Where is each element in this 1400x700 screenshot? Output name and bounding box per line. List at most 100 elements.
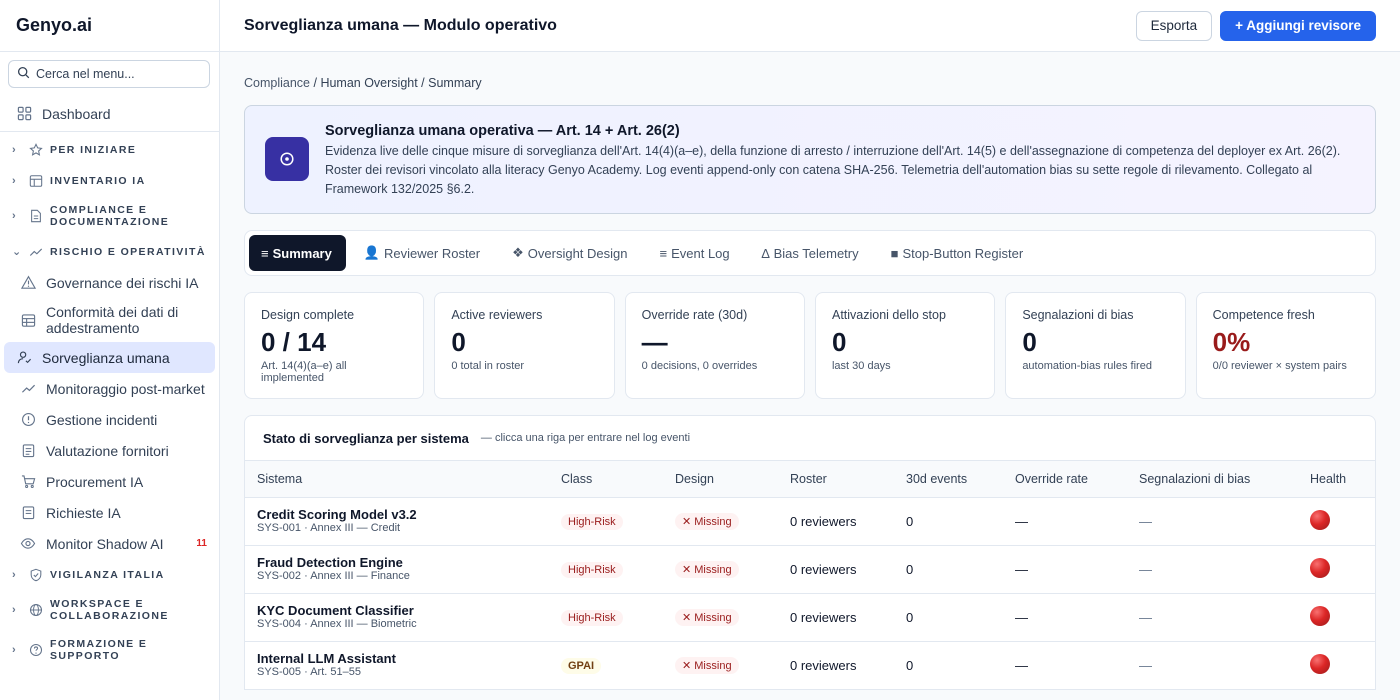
sidebar-group-inventario[interactable]: › INVENTARIO IA: [0, 165, 219, 196]
sidebar-item-incidenti[interactable]: Gestione incidenti: [4, 404, 215, 435]
sidebar-group-label-line: DOCUMENTAZIONE: [50, 216, 170, 228]
sidebar-item-governance[interactable]: Governance dei rischi IA: [4, 267, 215, 298]
tab-summary[interactable]: ≡ Summary: [249, 235, 346, 271]
table-row[interactable]: KYC Document Classifier SYS-004 · Annex I…: [245, 593, 1375, 642]
sidebar-group-vigilanza[interactable]: › VIGILANZA ITALIA: [0, 559, 219, 590]
sidebar-item-label: Governance dei rischi IA: [46, 274, 199, 291]
sidebar-group-compliance[interactable]: › COMPLIANCE E DOCUMENTAZIONE: [0, 196, 219, 236]
add-reviewer-button[interactable]: + Aggiungi revisore: [1220, 10, 1376, 41]
sidebar-item-monitoraggio[interactable]: Monitoraggio post-market: [4, 373, 215, 404]
clipboard-icon: [20, 443, 36, 459]
breadcrumb-compliance[interactable]: Compliance: [244, 76, 310, 90]
kpi-subtext: 0/0 reviewer × system pairs: [1212, 360, 1347, 372]
sidebar-item-procurement[interactable]: Procurement IA: [4, 466, 215, 497]
top-bar: Sorveglianza umana — Modulo operativo Es…: [220, 0, 1400, 52]
sidebar-search-input[interactable]: [36, 67, 196, 81]
kpi-subtext: 0 decisions, 0 overrides: [641, 360, 758, 372]
kpi-stop-activations: Attivazioni dello stop 0 last 30 days: [814, 292, 996, 399]
kpi-value: 0%: [1212, 327, 1251, 357]
page-title: Sorveglianza umana — Modulo operativo: [244, 16, 557, 34]
roster-cell: 0 reviewers: [778, 545, 894, 594]
tab-bar: ≡ Summary 👤 Reviewer Roster ❖ Oversight Des…: [244, 230, 1376, 276]
sidebar: Genyo.ai Dashboard › PER INIZIARE › INVE…: [0, 0, 220, 700]
kpi-row: Design complete 0 / 14 Art. 14(4)(a–e) a…: [244, 292, 1376, 399]
sidebar-item-label: Conformità dei dati di addestramento: [46, 304, 178, 336]
tab-label: Reviewer Roster: [384, 245, 481, 261]
sidebar-item-label: Sorveglianza umana: [42, 349, 170, 366]
risk-class-badge: High-Risk: [561, 513, 623, 530]
column-header[interactable]: Class: [549, 461, 663, 498]
column-header[interactable]: Segnalazioni di bias: [1127, 461, 1298, 498]
clipboard-list-icon: [20, 505, 36, 521]
main-area: Sorveglianza umana — Modulo operativo Es…: [220, 0, 1400, 700]
sidebar-nav: Dashboard › PER INIZIARE › INVENTARIO IA…: [0, 96, 219, 700]
trend-icon: [28, 244, 44, 260]
kpi-label: Override rate (30d): [641, 308, 748, 322]
sidebar-item-label: Gestione incidenti: [46, 411, 158, 428]
sidebar-group-label-line: SUPPORTO: [50, 650, 120, 662]
table-row[interactable]: Fraud Detection Engine SYS-002 · Annex II…: [245, 545, 1375, 594]
kpi-value: —: [641, 327, 668, 357]
export-button[interactable]: Esporta: [1135, 10, 1213, 41]
sidebar-group-workspace[interactable]: › WORKSPACE E COLLABORAZIONE: [0, 590, 219, 630]
sidebar-group-label-line: COLLABORAZIONE: [50, 610, 169, 622]
oversight-status-table: Stato di sorveglianza per sistema — clic…: [244, 415, 1376, 690]
systems-table: Sistema Class Design Roster 30d events O…: [245, 461, 1375, 690]
sidebar-group-label: VIGILANZA ITALIA: [50, 568, 165, 581]
risk-class-badge: High-Risk: [561, 609, 623, 626]
sidebar-search[interactable]: [8, 60, 210, 88]
sidebar-item-conformita[interactable]: Conformità dei dati di addestramento: [4, 298, 215, 342]
sidebar-item-dashboard[interactable]: Dashboard: [0, 96, 219, 132]
table-icon: [28, 173, 44, 189]
tab-stop-button-register[interactable]: ■ Stop-Button Register: [879, 235, 1038, 271]
bias-cell: —: [1127, 593, 1298, 642]
column-header[interactable]: Sistema: [245, 461, 549, 498]
tab-bias-telemetry[interactable]: ∆ Bias Telemetry: [750, 235, 873, 271]
column-header[interactable]: Health: [1298, 461, 1375, 498]
events-cell: 0: [894, 497, 1003, 546]
column-header[interactable]: Design: [663, 461, 778, 498]
health-cell: [1298, 497, 1375, 546]
table-row[interactable]: Internal LLM Assistant SYS-005 · Art. 51–…: [245, 641, 1375, 690]
sidebar-group-rischio[interactable]: ⌄ RISCHIO E OPERATIVITÀ: [0, 236, 219, 267]
column-header[interactable]: Roster: [778, 461, 894, 498]
breadcrumb-human-oversight[interactable]: Human Oversight: [320, 76, 417, 90]
sidebar-group-formazione[interactable]: › FORMAZIONE E SUPPORTO: [0, 630, 219, 670]
design-status-badge: ✕ Missing: [675, 512, 739, 530]
class-cell: GPAI: [549, 641, 663, 690]
events-cell: 0: [894, 545, 1003, 594]
class-cell: High-Risk: [549, 545, 663, 594]
design-cell: ✕ Missing: [663, 593, 778, 642]
column-header[interactable]: Override rate: [1003, 461, 1127, 498]
column-header[interactable]: 30d events: [894, 461, 1003, 498]
sidebar-item-label-line: addestramento: [46, 320, 140, 336]
user-icon: 👤: [363, 245, 381, 260]
table-header: Stato di sorveglianza per sistema — clic…: [245, 416, 1375, 461]
chevron-right-icon: ›: [12, 143, 18, 156]
sidebar-item-label: Procurement IA: [46, 473, 144, 490]
risk-class-badge: GPAI: [561, 657, 602, 674]
bias-cell: —: [1127, 641, 1298, 690]
tab-label: Event Log: [671, 245, 730, 261]
sidebar-item-fornitori[interactable]: Valutazione fornitori: [4, 435, 215, 466]
tab-event-log[interactable]: ≡ Event Log: [648, 235, 744, 271]
tab-reviewer-roster[interactable]: 👤 Reviewer Roster: [352, 235, 494, 271]
sidebar-item-label: Monitoraggio post-market: [46, 380, 205, 397]
sidebar-group-label: WORKSPACE E COLLABORAZIONE: [50, 598, 169, 622]
breadcrumb-separator: /: [310, 76, 321, 90]
sidebar-group-per-iniziare[interactable]: › PER INIZIARE: [0, 134, 219, 165]
banner-title: Sorveglianza umana operativa — Art. 14 +…: [325, 123, 680, 139]
sidebar-item-shadow-ai[interactable]: Monitor Shadow AI 11: [4, 528, 215, 559]
roster-cell: 0 reviewers: [778, 641, 894, 690]
class-cell: High-Risk: [549, 593, 663, 642]
table-row[interactable]: Credit Scoring Model v3.2 SYS-001 · Annex…: [245, 497, 1375, 546]
health-cell: [1298, 545, 1375, 594]
system-name: KYC Document Classifier: [257, 603, 414, 618]
system-cell: Fraud Detection Engine SYS-002 · Annex II…: [245, 545, 549, 594]
brand-logo[interactable]: Genyo.ai: [0, 0, 219, 52]
tab-oversight-design[interactable]: ❖ Oversight Design: [500, 235, 641, 271]
kpi-subtext: 0 total in roster: [451, 360, 525, 372]
sidebar-item-richieste[interactable]: Richieste IA: [4, 497, 215, 528]
sidebar-item-sorveglianza[interactable]: Sorveglianza umana: [4, 342, 215, 373]
table-title: Stato di sorveglianza per sistema: [263, 430, 469, 446]
